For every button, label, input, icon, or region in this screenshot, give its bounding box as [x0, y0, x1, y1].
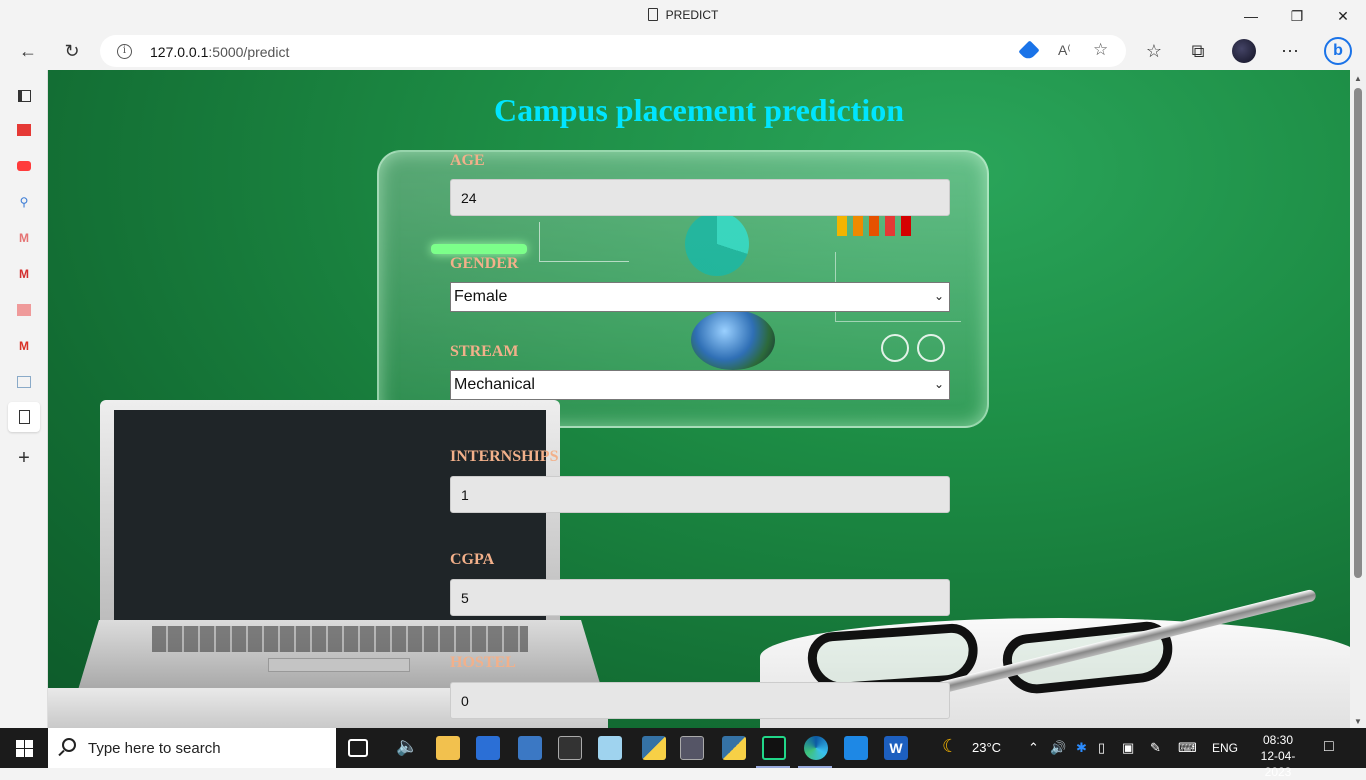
terminal-icon[interactable] — [558, 736, 582, 760]
tab-gmail-icon[interactable]: M — [14, 336, 34, 356]
gender-selected-value: Female — [454, 288, 508, 305]
scroll-up-icon[interactable]: ▲ — [1354, 74, 1362, 83]
taskbar-search-placeholder: Type here to search — [88, 740, 221, 757]
speaker-icon[interactable]: 🔊 — [1050, 740, 1066, 756]
page-scrollbar[interactable]: ▲ ▼ — [1350, 70, 1366, 728]
tab-image-icon[interactable] — [14, 372, 34, 392]
document-icon — [647, 8, 658, 21]
start-button[interactable] — [0, 728, 48, 768]
file-explorer-icon[interactable] — [436, 736, 460, 760]
chevron-down-icon: ⌄ — [933, 377, 944, 391]
chevron-down-icon: ⌄ — [933, 289, 944, 303]
window-title-text: PREDICT — [665, 8, 719, 22]
tab-pdf-icon[interactable] — [14, 120, 34, 140]
bluetooth-icon[interactable]: ✱ — [1076, 740, 1087, 756]
scroll-down-icon[interactable]: ▼ — [1354, 717, 1362, 726]
glow-bar — [431, 244, 527, 254]
language-indicator[interactable]: ENG — [1212, 741, 1238, 755]
stream-label: STREAM — [450, 343, 519, 360]
task-view-icon[interactable] — [348, 739, 368, 757]
chart-lines — [539, 222, 629, 262]
profile-avatar[interactable] — [1228, 35, 1260, 67]
battery-icon[interactable]: ▯ — [1098, 740, 1105, 756]
search-icon — [62, 738, 76, 752]
read-aloud-icon[interactable]: A⁽ — [1058, 42, 1071, 59]
volume-app-icon[interactable]: 🔈 — [396, 736, 420, 760]
windows-logo-icon — [15, 739, 33, 757]
tab-youtube-icon[interactable] — [14, 156, 34, 176]
window-title: PREDICT — [0, 8, 1366, 22]
site-info-icon[interactable]: i — [117, 44, 132, 59]
pie-graphic — [685, 212, 749, 276]
cgpa-label: CGPA — [450, 551, 495, 568]
system-clock[interactable]: 08:30 12-04-2023 — [1250, 732, 1306, 780]
keyboard-keys — [152, 626, 528, 652]
add-favorite-star-icon[interactable]: ☆ — [1093, 40, 1108, 60]
weather-temperature[interactable]: 23°C — [972, 740, 1001, 755]
clock-date: 12-04-2023 — [1260, 749, 1296, 779]
back-arrow-icon[interactable]: ← — [12, 35, 44, 67]
internships-input[interactable] — [450, 476, 950, 513]
stream-selected-value: Mechanical — [454, 376, 535, 393]
show-hidden-icons-icon[interactable]: ⌃ — [1028, 740, 1039, 756]
pycharm-icon[interactable] — [762, 736, 786, 760]
stream-select[interactable]: Mechanical ⌄ — [450, 370, 950, 400]
app-icon[interactable] — [680, 736, 704, 760]
trackpad — [268, 658, 410, 672]
store-icon[interactable] — [476, 736, 500, 760]
hostel-input[interactable] — [450, 682, 950, 719]
pen-icon[interactable]: ✎ — [1150, 740, 1161, 756]
tab-active-page-icon[interactable] — [8, 402, 40, 432]
page-title: Campus placement prediction — [493, 92, 905, 128]
network-icon[interactable]: ▣ — [1122, 740, 1134, 756]
vertical-tabs-sidebar: ⚲ M M M + — [0, 70, 48, 728]
ring-graphics — [881, 334, 945, 362]
url-path: :5000/predict — [208, 44, 290, 60]
collections-icon[interactable]: ⧉ — [1182, 35, 1214, 67]
page-content: Campus placement prediction AGE GENDER F… — [48, 70, 1350, 728]
bing-chat-icon[interactable]: b — [1322, 35, 1354, 67]
windows-taskbar: Type here to search 🔈 W ☾ 23°C ⌃ 🔊 ✱ ▯ ▣… — [0, 728, 1366, 779]
edge-icon[interactable] — [804, 736, 828, 760]
age-label: AGE — [450, 152, 485, 169]
globe-graphic — [691, 310, 775, 370]
notifications-icon[interactable]: □ — [1324, 738, 1334, 756]
gender-select[interactable]: Female ⌄ — [450, 282, 950, 312]
calculator-icon[interactable] — [518, 736, 542, 760]
internships-label: INTERNSHIPS — [450, 448, 559, 465]
age-input[interactable] — [450, 179, 950, 216]
shopping-tag-icon[interactable] — [1018, 40, 1040, 62]
cgpa-input[interactable] — [450, 579, 950, 616]
favorites-icon[interactable]: ☆ — [1138, 35, 1170, 67]
scrollbar-thumb[interactable] — [1354, 88, 1362, 578]
close-button[interactable]: ✕ — [1320, 0, 1366, 32]
tab-search-icon[interactable]: ⚲ — [14, 192, 34, 212]
tab-m-icon[interactable]: M — [14, 264, 34, 284]
window-title-bar: PREDICT — ❐ ✕ — [0, 0, 1366, 32]
more-options-icon[interactable]: ⋯ — [1274, 35, 1306, 67]
gender-label: GENDER — [450, 255, 519, 272]
tab-pdf-icon[interactable] — [14, 300, 34, 320]
word-icon[interactable]: W — [884, 736, 908, 760]
address-bar[interactable]: i 127.0.0.1:5000/predict A⁽ ☆ — [100, 35, 1126, 67]
restore-button[interactable]: ❐ — [1274, 0, 1320, 32]
keyboard-icon[interactable]: ⌨ — [1178, 740, 1197, 756]
clock-time: 08:30 — [1262, 733, 1294, 747]
refresh-icon[interactable]: ↻ — [56, 35, 88, 67]
hostel-label: HOSTEL — [450, 654, 516, 671]
url-host: 127.0.0.1 — [150, 44, 209, 60]
new-tab-plus-icon[interactable]: + — [14, 447, 34, 469]
taskbar-search-box[interactable]: Type here to search — [48, 728, 336, 768]
weather-moon-icon[interactable]: ☾ — [942, 736, 958, 757]
tab-actions-icon[interactable] — [14, 86, 34, 106]
app-icon[interactable] — [598, 736, 622, 760]
python-icon[interactable] — [642, 736, 666, 760]
python-file-icon[interactable] — [722, 736, 746, 760]
minimize-button[interactable]: — — [1228, 0, 1274, 32]
url-text[interactable]: 127.0.0.1:5000/predict — [150, 44, 289, 60]
laptop-keyboard — [78, 620, 602, 690]
browser-toolbar: ← ↻ i 127.0.0.1:5000/predict A⁽ ☆ ☆ ⧉ ⋯ … — [0, 32, 1366, 70]
photos-icon[interactable] — [844, 736, 868, 760]
tab-m-icon[interactable]: M — [14, 228, 34, 248]
